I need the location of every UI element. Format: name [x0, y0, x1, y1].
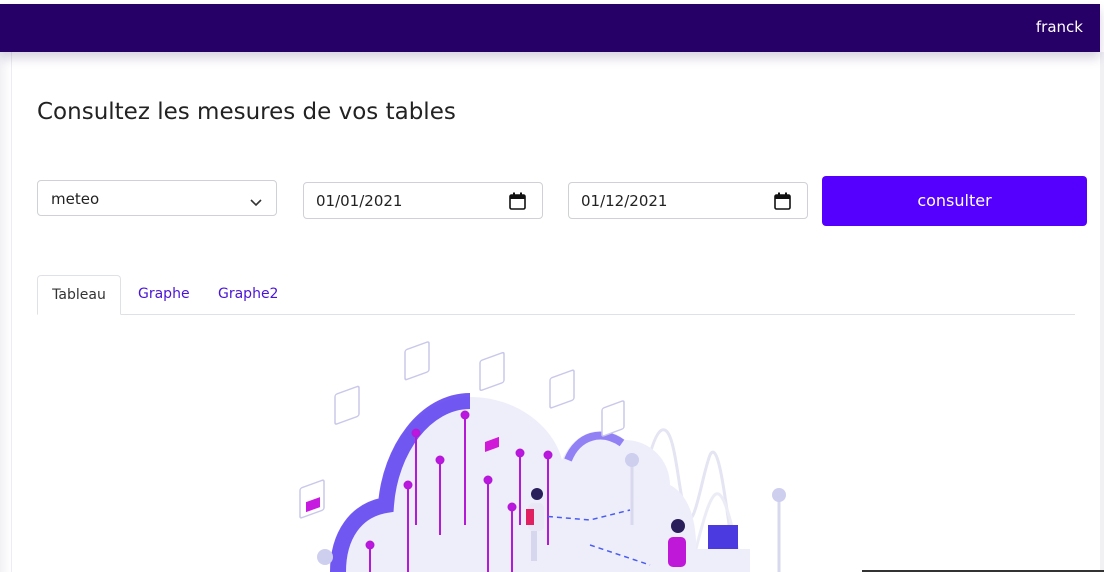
consulter-button[interactable]: consulter — [822, 176, 1087, 226]
app-window: franck Consultez les mesures de vos tabl… — [0, 0, 1104, 572]
table-select-value: meteo — [51, 190, 100, 208]
page-title: Consultez les mesures de vos tables — [37, 99, 456, 125]
start-date-input[interactable]: 01/01/2021 — [303, 182, 543, 219]
end-date-input[interactable]: 01/12/2021 — [568, 182, 808, 219]
tab-graphe[interactable]: Graphe — [138, 275, 190, 314]
tab-tableau[interactable]: Tableau — [37, 275, 121, 315]
left-edge — [0, 52, 12, 572]
tab-bar: Tableau Graphe Graphe2 — [37, 275, 1075, 315]
table-select[interactable]: meteo — [37, 180, 277, 216]
chevron-down-icon — [250, 194, 262, 212]
user-menu[interactable]: franck — [1036, 18, 1083, 36]
calendar-icon[interactable] — [509, 192, 526, 215]
top-navbar: franck — [0, 4, 1100, 52]
end-date-value: 01/12/2021 — [581, 192, 668, 210]
start-date-value: 01/01/2021 — [316, 192, 403, 210]
calendar-icon[interactable] — [774, 192, 791, 215]
right-edge — [1100, 52, 1104, 572]
cloud-network-illustration — [290, 335, 810, 572]
tab-graphe2[interactable]: Graphe2 — [218, 275, 278, 314]
